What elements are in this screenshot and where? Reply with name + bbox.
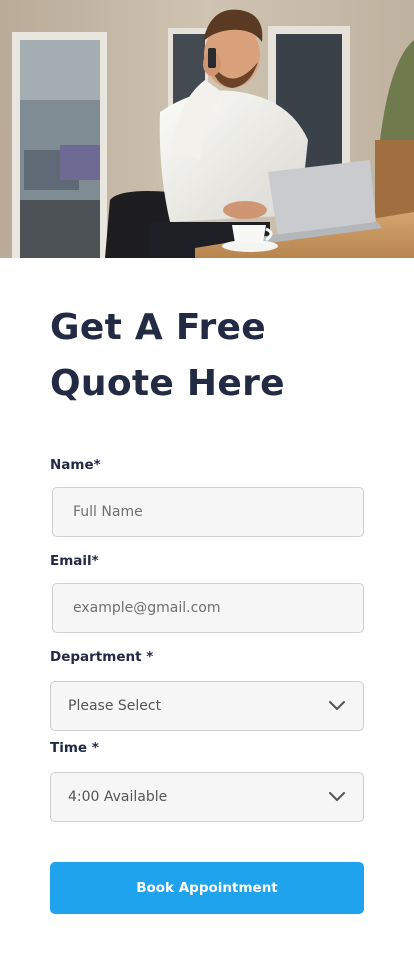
- form-title: Get A Free Quote Here: [50, 300, 380, 412]
- chevron-down-icon: [328, 697, 346, 715]
- time-label: Time *: [50, 740, 99, 756]
- hero-image: [0, 0, 414, 258]
- chevron-down-icon: [328, 788, 346, 806]
- department-label: Department *: [50, 649, 154, 665]
- form-title-line1: Get A Free: [50, 307, 266, 348]
- department-select[interactable]: Please Select: [50, 681, 364, 731]
- time-select-value: 4:00 Available: [68, 789, 168, 805]
- name-input[interactable]: [52, 487, 364, 537]
- department-select-value: Please Select: [68, 698, 162, 714]
- form-title-line2: Quote Here: [50, 363, 285, 404]
- book-appointment-button[interactable]: Book Appointment: [50, 862, 364, 914]
- email-label: Email*: [50, 553, 99, 569]
- name-label: Name*: [50, 457, 101, 473]
- hero-photo-illustration: [0, 0, 414, 258]
- email-input[interactable]: [52, 583, 364, 633]
- time-select[interactable]: 4:00 Available: [50, 772, 364, 822]
